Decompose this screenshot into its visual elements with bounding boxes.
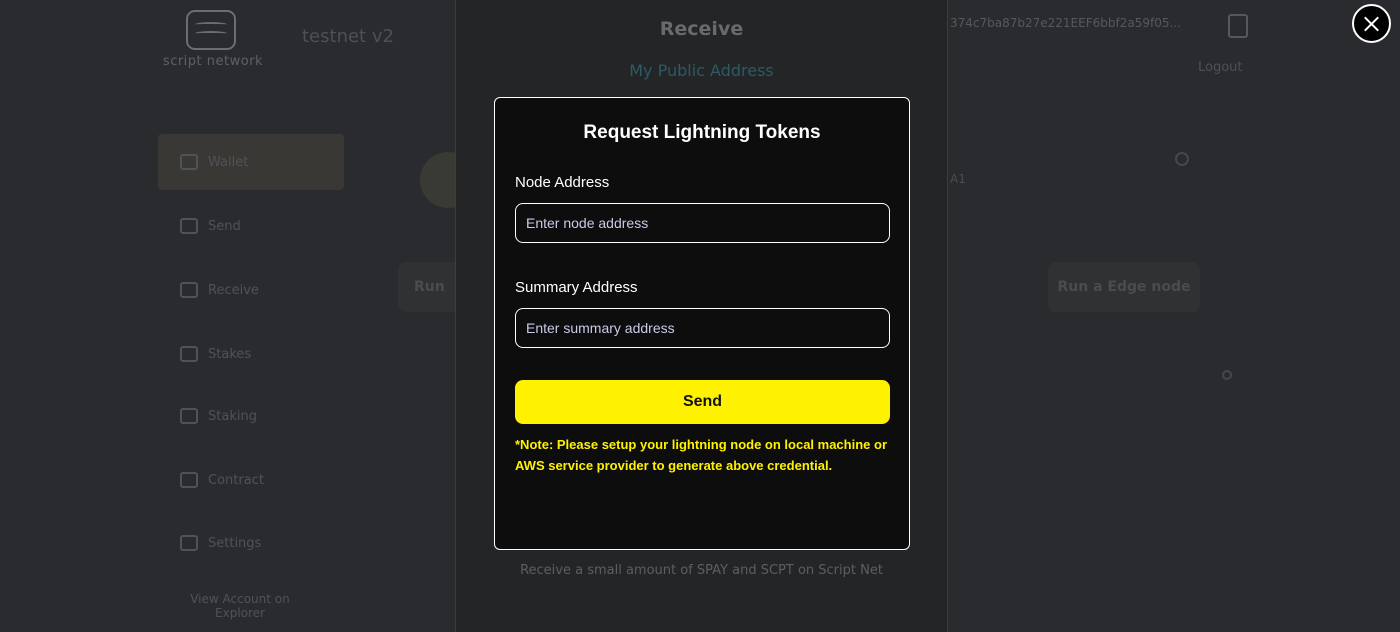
sidebar-item-label: Settings — [208, 535, 262, 551]
sidebar-item-label: Receive — [208, 282, 259, 298]
wallet-icon — [180, 154, 198, 170]
logo[interactable]: script network — [158, 10, 268, 70]
settings-icon — [180, 535, 198, 551]
info-icon — [1222, 370, 1232, 380]
refresh-icon[interactable] — [1175, 152, 1189, 166]
receive-icon — [180, 282, 198, 298]
sidebar-item-label: View Account on Explorer — [190, 592, 290, 620]
summary-address-input[interactable] — [515, 308, 890, 348]
sidebar-item-receive[interactable]: Receive — [158, 262, 344, 318]
sidebar-item-label: Send — [208, 218, 241, 234]
sidebar-item-label: Wallet — [208, 154, 249, 170]
logout-link[interactable]: Logout — [1198, 60, 1243, 75]
receive-title: Receive — [659, 18, 744, 40]
public-address-heading: My Public Address — [629, 61, 774, 80]
sidebar-item-settings[interactable]: Settings — [158, 515, 344, 571]
wallet-address: 374c7ba87b27e221EEF6bbf2a59f05... — [950, 16, 1181, 30]
contract-icon — [180, 472, 198, 488]
setup-note: *Note: Please setup your lightning node … — [515, 437, 887, 473]
sidebar-item-label: Staking — [208, 408, 257, 424]
network-name: testnet v2 — [302, 26, 394, 47]
sidebar-item-staking[interactable]: Staking — [158, 388, 344, 444]
copy-icon[interactable] — [1228, 14, 1248, 38]
sidebar-item-stakes[interactable]: Stakes — [158, 326, 344, 382]
sidebar-item-send[interactable]: Send — [158, 198, 344, 254]
node-address-label: Node Address — [515, 174, 610, 191]
close-icon[interactable] — [1352, 4, 1391, 43]
sidebar-item-label: Contract — [208, 472, 264, 488]
staking-icon — [180, 408, 198, 424]
modal-title: Request Lightning Tokens — [583, 122, 821, 143]
logo-text: script network — [162, 54, 264, 69]
sidebar-item-explorer[interactable]: View Account on Explorer — [158, 578, 358, 632]
sidebar-item-wallet[interactable]: Wallet — [158, 134, 344, 190]
balance-label: A1 — [950, 172, 966, 186]
sidebar-item-contract[interactable]: Contract — [158, 452, 344, 508]
send-button[interactable]: Send — [515, 380, 890, 424]
node-address-input[interactable] — [515, 203, 890, 243]
receive-footer-text: Receive a small amount of SPAY and SCPT … — [520, 563, 883, 578]
send-icon — [180, 218, 198, 234]
request-lightning-tokens-modal: Request Lightning Tokens Node Address Su… — [494, 97, 910, 550]
stakes-icon — [180, 346, 198, 362]
sidebar-item-label: Stakes — [208, 346, 252, 362]
logo-mark-icon — [186, 10, 236, 50]
run-edge-node-button[interactable]: Run a Edge node — [1048, 262, 1200, 312]
summary-address-label: Summary Address — [515, 279, 638, 296]
